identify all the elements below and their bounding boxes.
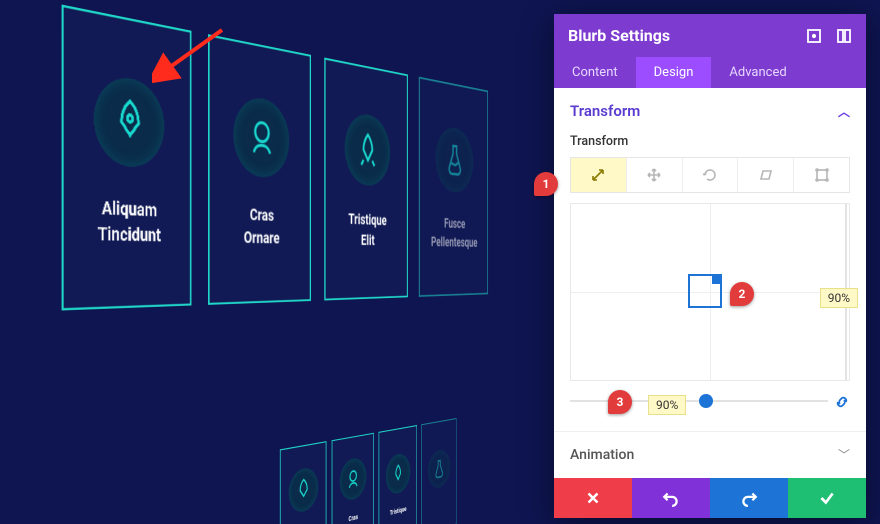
scale-preview-box[interactable] bbox=[688, 274, 722, 308]
astronaut-icon bbox=[233, 95, 289, 180]
flask-icon bbox=[436, 125, 474, 194]
chevron-down-icon[interactable]: ﹀ bbox=[838, 446, 850, 463]
card-label: Tristique bbox=[390, 505, 407, 518]
transform-scale-button[interactable] bbox=[571, 158, 627, 192]
card-label: CrasOrnare bbox=[244, 203, 280, 249]
link-axes-icon[interactable] bbox=[834, 394, 850, 410]
blurb-card[interactable] bbox=[421, 418, 456, 524]
blurb-card[interactable]: FuscePellentesque bbox=[419, 77, 488, 297]
card-label: AliquamTincidunt bbox=[98, 196, 161, 248]
transform-skew-button[interactable] bbox=[738, 158, 794, 192]
expand-icon[interactable] bbox=[806, 28, 822, 44]
resize-handle-icon[interactable] bbox=[712, 274, 722, 284]
panel-header: Blurb Settings Content Design Advanced bbox=[554, 14, 866, 88]
panel-title: Blurb Settings bbox=[568, 26, 670, 45]
rocket-icon bbox=[386, 452, 410, 497]
card-row-2: AliquamTincidunt CrasOrnare Tristique bbox=[280, 418, 457, 524]
scale-x-value[interactable]: 90% bbox=[648, 395, 686, 415]
annotation-callout-3: 3 bbox=[608, 390, 632, 414]
section-title-animation[interactable]: Animation bbox=[570, 447, 634, 463]
undo-button[interactable] bbox=[632, 478, 710, 518]
save-button[interactable] bbox=[788, 478, 866, 518]
cancel-button[interactable] bbox=[554, 478, 632, 518]
chevron-up-icon[interactable]: ︿ bbox=[838, 103, 850, 120]
blurb-card[interactable]: Tristique bbox=[379, 425, 417, 524]
blurb-card[interactable]: TristiqueElit bbox=[324, 58, 408, 301]
tab-design[interactable]: Design bbox=[636, 57, 712, 88]
dock-icon[interactable] bbox=[836, 28, 852, 44]
blurb-card[interactable]: AliquamTincidunt bbox=[280, 441, 327, 524]
scale-y-value[interactable]: 90% bbox=[820, 288, 858, 308]
card-label: CrasOrnare bbox=[346, 512, 360, 524]
panel-tabs: Content Design Advanced bbox=[554, 57, 866, 88]
panel-body: Transform ︿ Transform Animation bbox=[554, 88, 866, 478]
astronaut-icon bbox=[340, 456, 367, 503]
transform-origin-button[interactable] bbox=[794, 158, 849, 192]
preview-stage: AliquamTincidunt CrasOrnare TristiqueEli… bbox=[0, 0, 560, 524]
card-label: TristiqueElit bbox=[348, 209, 386, 250]
panel-footer bbox=[554, 478, 866, 518]
annotation-callout-2: 2 bbox=[730, 282, 754, 306]
flask-icon bbox=[428, 448, 450, 491]
redo-button[interactable] bbox=[710, 478, 788, 518]
card-row-1: AliquamTincidunt CrasOrnare TristiqueEli… bbox=[62, 4, 489, 310]
card-label: FuscePellentesque bbox=[431, 213, 477, 251]
transform-workspace[interactable] bbox=[570, 203, 850, 381]
tab-advanced[interactable]: Advanced bbox=[711, 57, 804, 88]
settings-panel: Blurb Settings Content Design Advanced T… bbox=[554, 14, 866, 518]
section-title[interactable]: Transform bbox=[570, 102, 640, 120]
annotation-arrow bbox=[152, 24, 232, 84]
rocket-icon bbox=[345, 112, 390, 188]
transform-toolbar bbox=[570, 157, 850, 193]
transform-move-button[interactable] bbox=[627, 158, 683, 192]
slider-thumb[interactable] bbox=[699, 394, 713, 408]
transform-label: Transform bbox=[554, 126, 866, 157]
rocket-icon bbox=[94, 74, 164, 170]
annotation-callout-1: 1 bbox=[534, 172, 558, 196]
rocket-icon bbox=[289, 466, 319, 516]
blurb-card[interactable]: CrasOrnare bbox=[332, 433, 374, 524]
transform-rotate-button[interactable] bbox=[683, 158, 739, 192]
tab-content[interactable]: Content bbox=[554, 57, 636, 88]
